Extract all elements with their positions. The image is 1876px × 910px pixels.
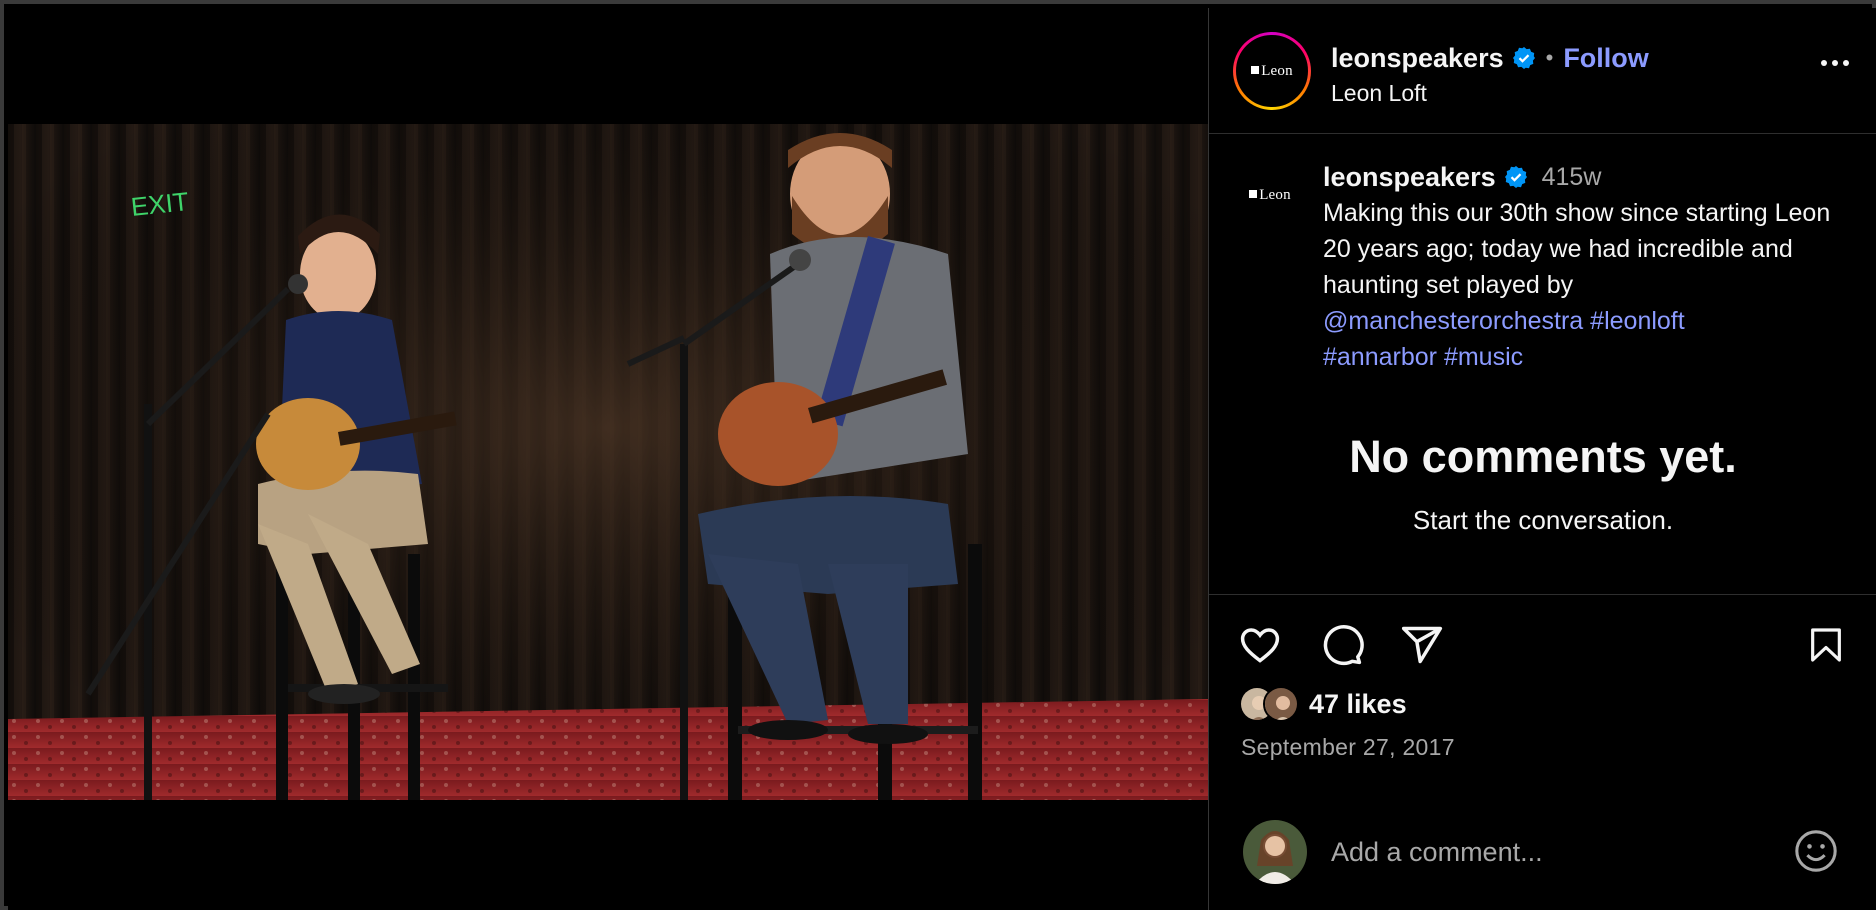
share-icon: [1401, 626, 1443, 664]
likes-count[interactable]: 47 likes: [1309, 689, 1407, 720]
comment-icon: [1323, 624, 1364, 666]
post-modal: EXIT Leon leonspeakers • Follow Leon Lof…: [0, 0, 1876, 910]
logo-text: Leon: [1259, 186, 1291, 203]
comment-button[interactable]: [1317, 620, 1367, 670]
svg-text:EXIT: EXIT: [129, 186, 190, 222]
hashtag-link[interactable]: #annarbor: [1323, 343, 1437, 371]
more-options-button[interactable]: [1821, 60, 1849, 66]
leon-logo: Leon: [1251, 63, 1293, 80]
more-dot: [1843, 60, 1849, 66]
follow-button[interactable]: Follow: [1563, 43, 1648, 74]
verified-icon: [1512, 46, 1536, 70]
location-link[interactable]: Leon Loft: [1331, 80, 1427, 107]
bookmark-icon: [1811, 628, 1841, 662]
emoji-icon: [1795, 830, 1837, 872]
video-player[interactable]: EXIT: [8, 124, 1208, 800]
caption-section: Leon leonspeakers 415w Making this our 3…: [1209, 135, 1876, 595]
avatar-logo: Leon: [1236, 35, 1308, 107]
verified-icon: [1504, 165, 1528, 189]
action-bar: [1209, 620, 1876, 674]
caption-username[interactable]: leonspeakers: [1323, 159, 1496, 195]
caption-avatar[interactable]: Leon: [1243, 175, 1297, 215]
save-button[interactable]: [1801, 620, 1851, 670]
post-header: Leon leonspeakers • Follow Leon Loft: [1209, 8, 1876, 134]
more-icon: [1821, 60, 1827, 66]
share-button[interactable]: [1397, 620, 1447, 670]
post-time-ago[interactable]: 415w: [1542, 159, 1602, 195]
no-comments-title: No comments yet.: [1349, 431, 1737, 482]
like-button[interactable]: [1235, 620, 1285, 670]
separator-dot: •: [1545, 45, 1554, 70]
caption-body: Making this our 30th show since starting…: [1323, 199, 1831, 299]
post-media: EXIT: [8, 8, 1208, 910]
no-comments-subtitle: Start the conversation.: [1412, 505, 1674, 535]
video-frame: EXIT: [8, 124, 1208, 800]
comment-input[interactable]: [1331, 828, 1771, 876]
header-user: leonspeakers • Follow: [1331, 40, 1649, 76]
hashtag-link[interactable]: #leonloft: [1590, 307, 1685, 335]
caption-text: leonspeakers 415w Making this our 30th s…: [1323, 159, 1863, 375]
liker-avatar: [1263, 686, 1299, 722]
add-comment-section: [1209, 798, 1876, 910]
likes-row[interactable]: 47 likes: [1239, 684, 1407, 724]
logo-text: Leon: [1261, 62, 1293, 79]
header-username[interactable]: leonspeakers: [1331, 43, 1504, 74]
current-user-avatar: [1243, 820, 1307, 884]
heart-icon: [1240, 628, 1280, 663]
profile-avatar[interactable]: Leon: [1233, 32, 1311, 110]
leon-logo: Leon: [1249, 187, 1291, 204]
mention-link[interactable]: @manchesterorchestra: [1323, 307, 1583, 335]
hashtag-link[interactable]: #music: [1444, 343, 1523, 371]
post-date: September 27, 2017: [1241, 734, 1455, 760]
more-dot: [1832, 60, 1838, 66]
caption-header: leonspeakers 415w: [1323, 159, 1863, 195]
post-side-panel: Leon leonspeakers • Follow Leon Loft Leo…: [1208, 8, 1876, 910]
emoji-button[interactable]: [1791, 826, 1841, 876]
